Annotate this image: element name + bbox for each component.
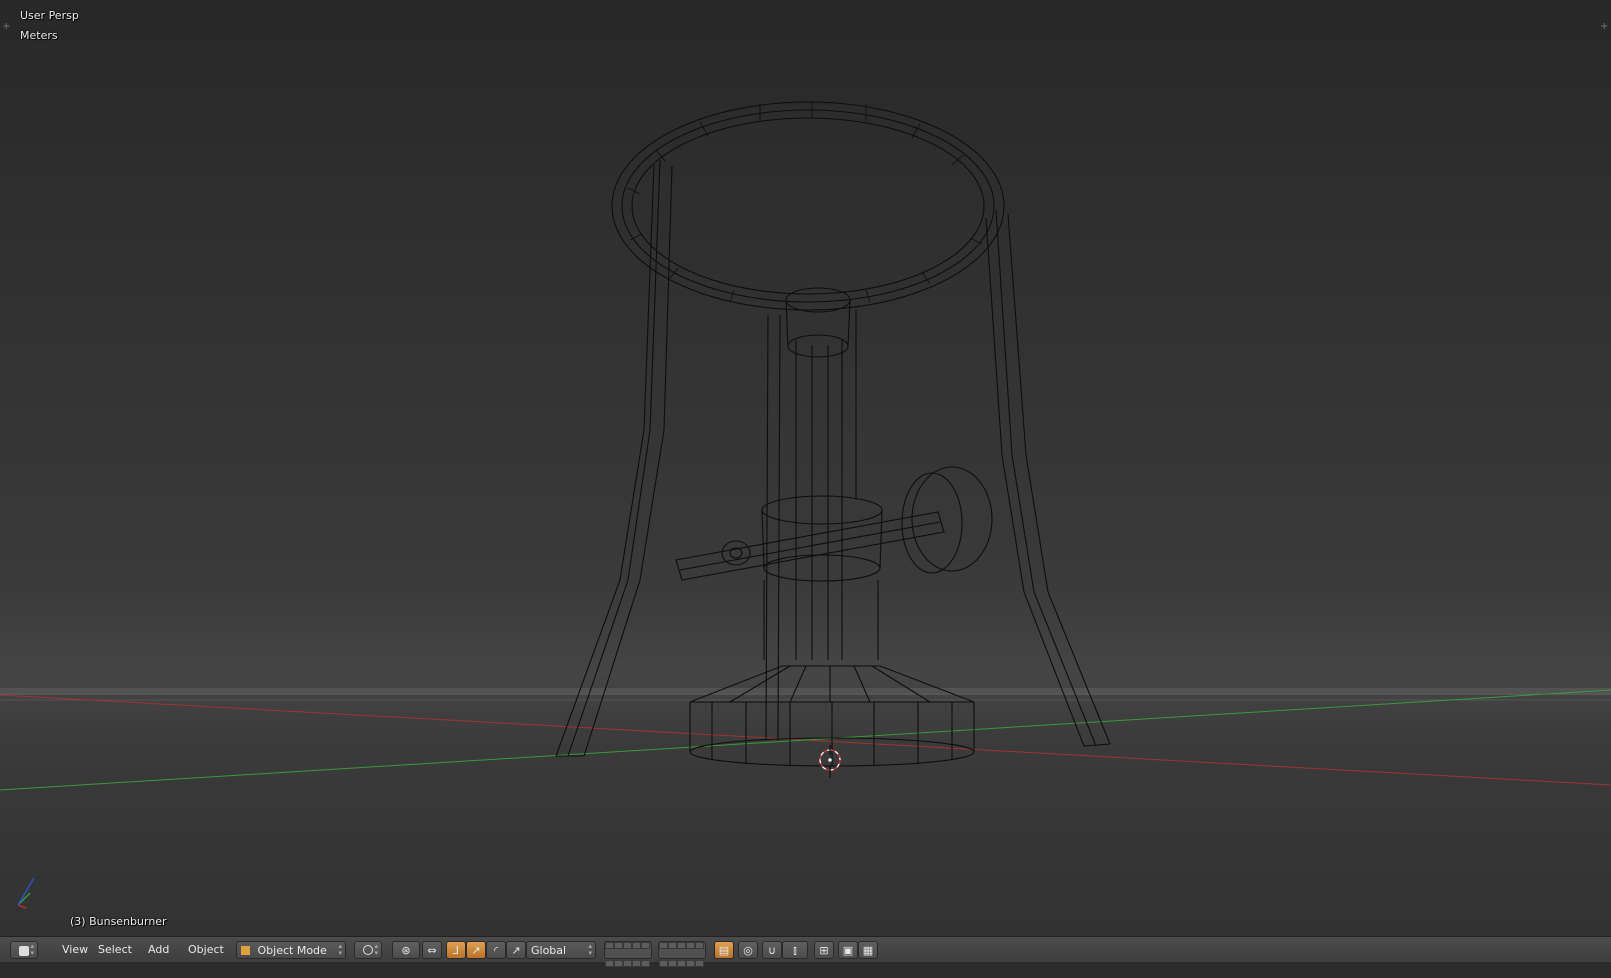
menu-object[interactable]: Object — [182, 941, 230, 959]
axis-gizmo — [17, 877, 35, 909]
camera-icon: ▣ — [842, 944, 854, 957]
units-label: Meters — [20, 29, 58, 42]
translate-icon: ⅃ — [452, 944, 460, 957]
selected-object-label: (3) Bunsenburner — [70, 915, 167, 928]
extra-manipulator-button[interactable]: ↗ — [506, 941, 526, 959]
orientation-label: Global — [531, 944, 567, 957]
render-button[interactable]: ▣ — [838, 941, 858, 959]
y-axis-line — [0, 689, 1611, 791]
editor-type-button[interactable]: ▴ ▾ — [10, 941, 38, 959]
viewport-shading-dropdown[interactable]: ▴ ▾ — [354, 941, 382, 959]
layers-group-1[interactable] — [604, 941, 652, 967]
snap-magnet-icon: ∪ — [767, 944, 777, 957]
menu-view[interactable]: View — [56, 941, 94, 959]
rotate-manipulator-button[interactable]: ↗ — [466, 941, 486, 959]
pin-icon: ↗ — [511, 944, 521, 957]
proportional-edit-icon: ◎ — [743, 944, 753, 957]
manipulator-toggle-icon: ⇔ — [427, 944, 437, 957]
snap-target-icon: ⫾ — [793, 944, 797, 957]
snap-grid-icon: ⊞ — [819, 944, 829, 957]
layers-group-2[interactable] — [658, 941, 706, 967]
proportional-editing-button[interactable]: ◎ — [738, 941, 758, 959]
translate-manipulator-button[interactable]: ⅃ — [446, 941, 466, 959]
pivot-point-icon: ⊛ — [401, 944, 411, 957]
mode-label: Object Mode — [257, 944, 327, 957]
scale-manipulator-button[interactable]: ◜ — [486, 941, 506, 959]
menu-add[interactable]: Add — [142, 941, 175, 959]
render-animation-button[interactable]: ▦ — [858, 941, 878, 959]
clapperboard-icon: ▦ — [862, 944, 874, 957]
corner-widget-top-right[interactable]: + — [1600, 22, 1608, 32]
rotate-icon: ↗ — [471, 944, 481, 957]
3d-viewport[interactable]: + + User Persp Meters (3) Bunsenburner — [0, 0, 1611, 936]
3d-viewport-icon — [19, 946, 29, 956]
mode-dropdown[interactable]: Object Mode ▴ ▾ — [236, 941, 346, 959]
lock-layers-button[interactable]: ▤ — [714, 941, 734, 959]
cube-icon — [241, 946, 250, 955]
manipulator-toggle-button[interactable]: ⇔ — [422, 941, 442, 959]
snap-toggle-button[interactable]: ∪ — [762, 941, 782, 959]
scale-icon: ◜ — [493, 944, 499, 957]
corner-widget-top-left[interactable]: + — [2, 22, 10, 32]
snap-element-button[interactable]: ⊞ — [814, 941, 834, 959]
orientation-dropdown[interactable]: Global ▴ ▾ — [526, 941, 596, 959]
wireframe-scene — [0, 101, 1611, 909]
pivot-point-dropdown[interactable]: ⊛ — [392, 941, 420, 959]
view-name-label: User Persp — [20, 9, 79, 22]
layers-lock-icon: ▤ — [718, 944, 730, 957]
3d-cursor — [819, 745, 841, 778]
wireframe-sphere-icon — [363, 945, 373, 955]
bunsen-burner-mesh — [555, 101, 1111, 767]
menu-select[interactable]: Select — [92, 941, 138, 959]
snap-target-dropdown[interactable]: ⫾ — [782, 941, 808, 959]
viewport-header: ▴ ▾ View Select Add Object Object Mode ▴ ▾… — [0, 936, 1611, 967]
